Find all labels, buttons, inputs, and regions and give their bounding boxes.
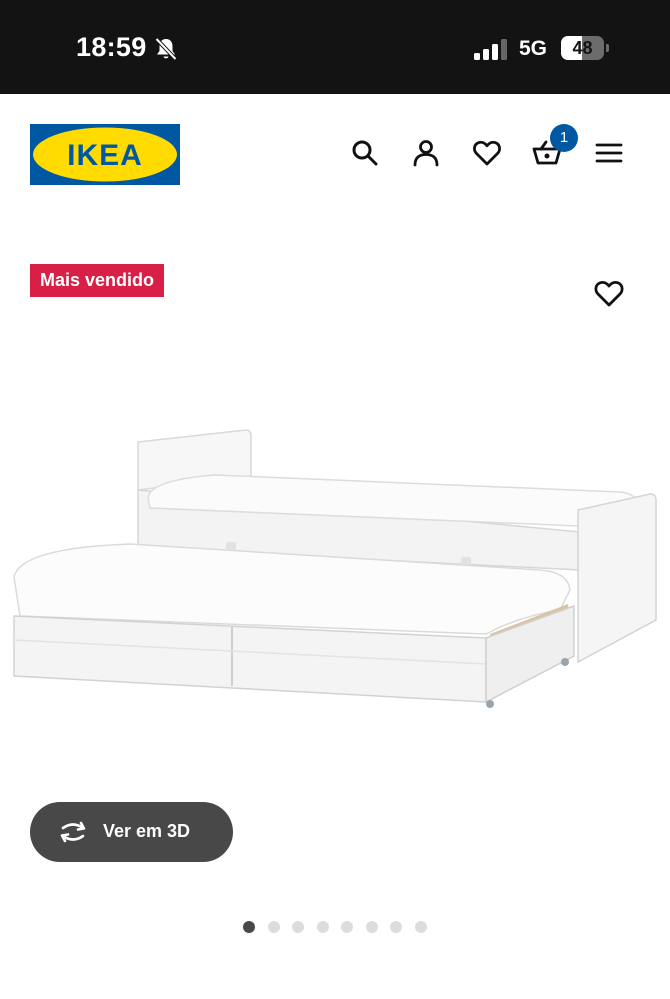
account-icon[interactable] <box>411 138 441 168</box>
gallery-dot[interactable] <box>390 921 402 933</box>
battery-indicator: 48 <box>561 36 609 60</box>
view-in-3d-label: Ver em 3D <box>103 821 191 841</box>
gallery-dot[interactable] <box>292 921 304 933</box>
site-header: IKEA ® 1 <box>0 94 670 214</box>
view-in-3d-button[interactable]: Ver em 3D <box>30 802 233 862</box>
gallery-dot[interactable] <box>267 921 280 933</box>
status-time: 18:59 <box>76 32 147 62</box>
gallery-dot[interactable] <box>414 921 427 933</box>
network-type: 5G <box>519 37 548 60</box>
cellular-signal-icon <box>474 39 507 60</box>
status-bar: 18:59 5G 48 <box>0 0 670 94</box>
cart-count-badge: 1 <box>550 124 578 152</box>
svg-text:IKEA: IKEA <box>67 139 143 172</box>
gallery-dot[interactable] <box>243 921 255 933</box>
svg-text:®: ® <box>171 133 176 140</box>
gallery-dot[interactable] <box>341 921 353 933</box>
bell-slash-icon <box>155 37 177 61</box>
search-icon[interactable] <box>350 138 380 168</box>
gallery-dot[interactable] <box>316 921 329 933</box>
gallery-dot[interactable] <box>365 921 378 933</box>
menu-icon[interactable] <box>594 138 624 168</box>
favourite-heart-icon[interactable] <box>593 278 625 308</box>
bestseller-badge: Mais vendido <box>30 264 165 297</box>
ikea-logo[interactable]: IKEA ® <box>30 124 180 185</box>
rotate-3d-icon <box>60 821 86 843</box>
product-image <box>13 429 657 708</box>
battery-percent: 48 <box>572 38 593 58</box>
heart-icon[interactable] <box>472 138 502 168</box>
